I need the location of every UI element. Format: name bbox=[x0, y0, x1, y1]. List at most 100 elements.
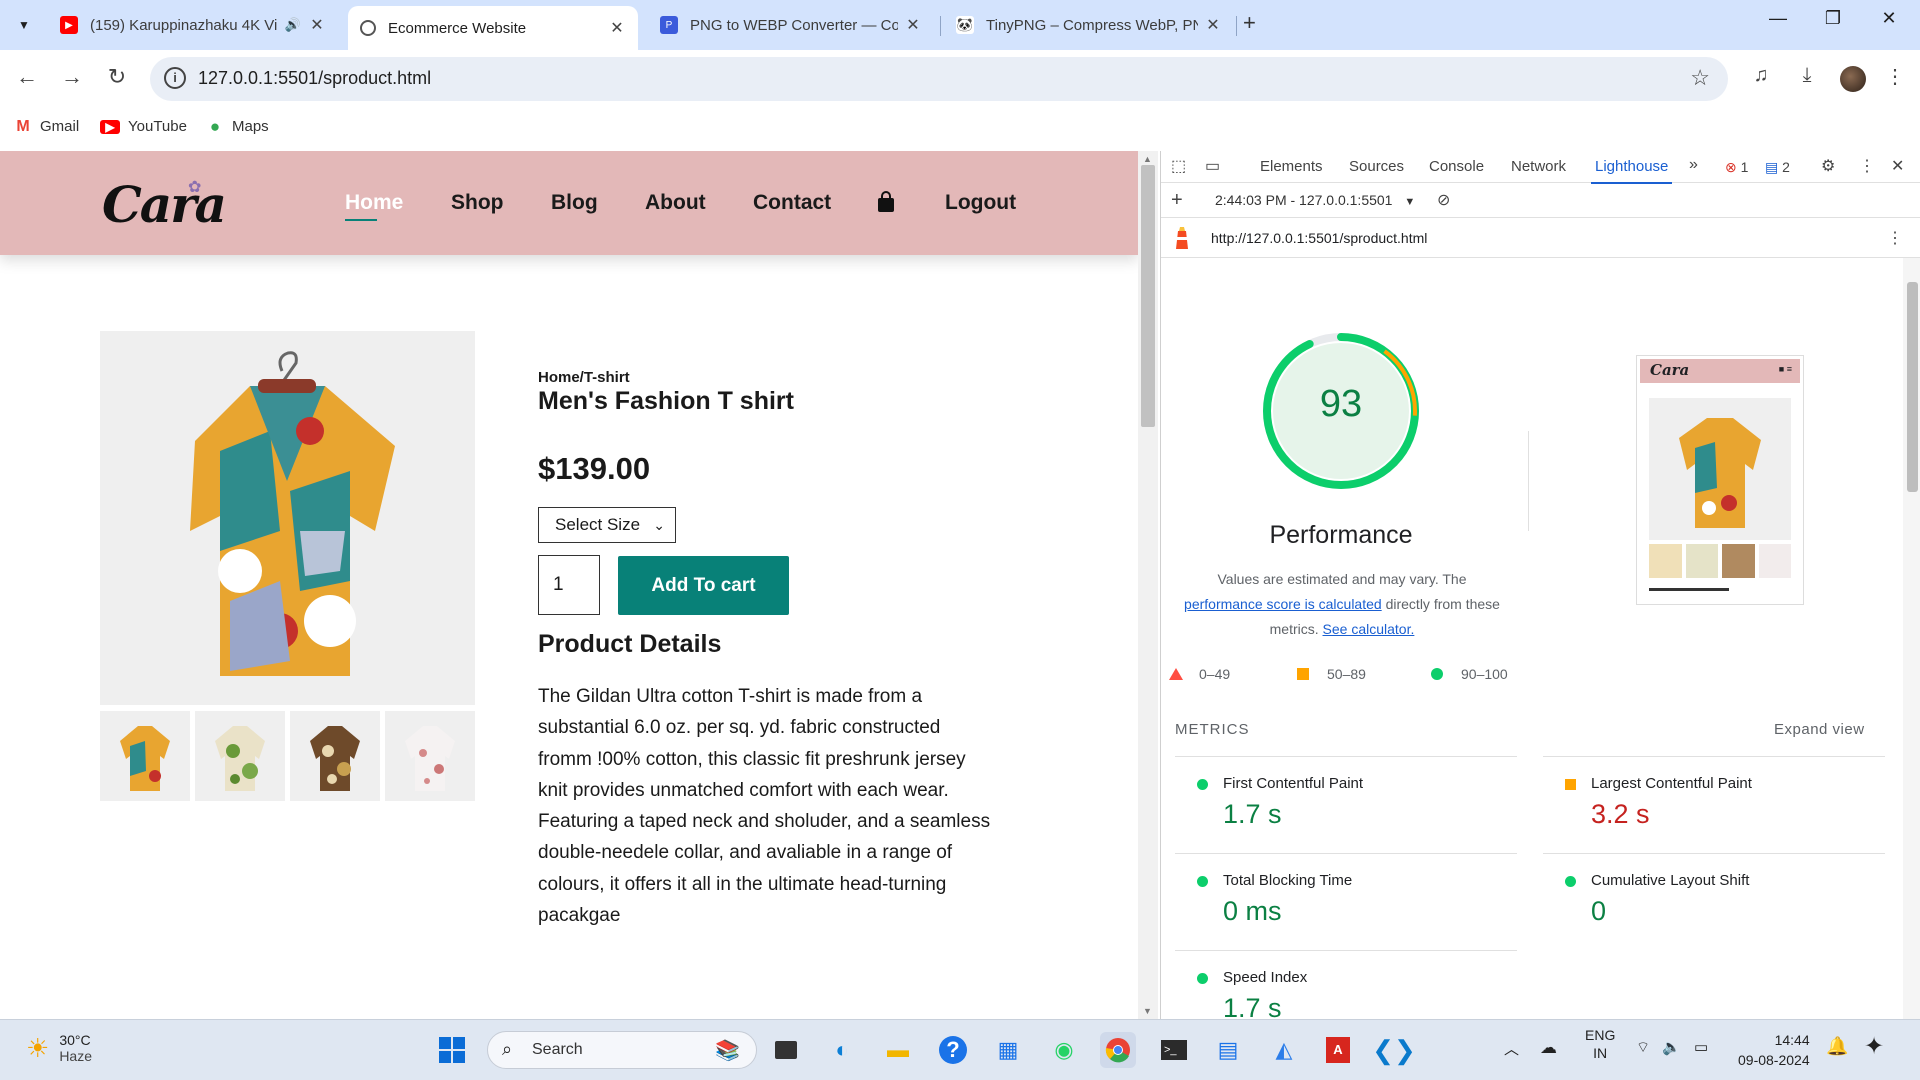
tab-close-icon[interactable]: ✕ bbox=[308, 15, 326, 35]
terminal-icon[interactable]: >_ bbox=[1156, 1032, 1192, 1068]
copilot-icon[interactable]: ✦ bbox=[1864, 1032, 1884, 1061]
errors-badge[interactable]: ⊗ 1 bbox=[1725, 159, 1748, 176]
page-screenshot-thumbnail[interactable]: Cara ■ ≡ bbox=[1636, 355, 1804, 605]
volume-icon[interactable]: 🔈 bbox=[1662, 1038, 1681, 1056]
report-url[interactable]: http://127.0.0.1:5501/sproduct.html bbox=[1211, 230, 1427, 246]
more-tabs-icon[interactable]: » bbox=[1689, 156, 1698, 174]
language-indicator[interactable]: ENG IN bbox=[1585, 1026, 1615, 1062]
battery-icon[interactable]: ▭ bbox=[1694, 1038, 1708, 1056]
product-thumbnail[interactable] bbox=[385, 711, 475, 801]
photos-icon[interactable]: ◭ bbox=[1266, 1032, 1302, 1068]
taskbar-search[interactable]: ⌕ Search 📚 bbox=[487, 1031, 757, 1069]
address-bar[interactable]: i 127.0.0.1:5501/sproduct.html ☆ bbox=[150, 57, 1728, 101]
weather-widget[interactable]: ☀ 30°C Haze bbox=[26, 1032, 92, 1064]
performance-title: Performance bbox=[1269, 521, 1413, 549]
tab-png-converter[interactable]: P PNG to WEBP Converter — Con ✕ bbox=[648, 6, 934, 44]
menu-kebab-icon[interactable]: ⋮ bbox=[1880, 64, 1910, 89]
new-report-icon[interactable]: + bbox=[1171, 189, 1183, 212]
devtools-menu-icon[interactable]: ⋮ bbox=[1859, 156, 1875, 176]
back-icon[interactable]: ← bbox=[12, 64, 42, 90]
reload-icon[interactable]: ↻ bbox=[102, 64, 132, 90]
devtools-tab-elements[interactable]: Elements bbox=[1260, 158, 1323, 175]
tab-close-icon[interactable]: ✕ bbox=[1204, 15, 1222, 35]
shopping-bag-icon[interactable] bbox=[876, 191, 896, 213]
speaker-icon[interactable]: 🔊 bbox=[284, 17, 302, 33]
nav-about[interactable]: About bbox=[645, 191, 706, 215]
devtools-tab-lighthouse[interactable]: Lighthouse bbox=[1590, 158, 1673, 184]
task-view-icon[interactable] bbox=[768, 1032, 804, 1068]
tab-close-icon[interactable]: ✕ bbox=[904, 15, 922, 35]
device-toolbar-icon[interactable]: ▭ bbox=[1205, 156, 1220, 176]
acrobat-icon[interactable]: A bbox=[1320, 1032, 1356, 1068]
tab-close-icon[interactable]: ✕ bbox=[608, 18, 626, 38]
new-tab-button[interactable]: + bbox=[1243, 10, 1256, 36]
nav-logout[interactable]: Logout bbox=[945, 191, 1016, 215]
bookmark-youtube[interactable]: ▶ YouTube bbox=[100, 118, 187, 135]
minimize-icon[interactable]: — bbox=[1755, 8, 1801, 29]
vscode-icon[interactable]: ❮❯ bbox=[1372, 1032, 1416, 1068]
scroll-up-icon[interactable]: ▲ bbox=[1143, 154, 1152, 164]
nav-shop[interactable]: Shop bbox=[451, 191, 504, 215]
windows-start-icon[interactable] bbox=[434, 1032, 470, 1068]
product-main-image[interactable] bbox=[100, 331, 475, 705]
expand-view-toggle[interactable]: Expand view bbox=[1774, 721, 1865, 738]
tab-tinypng[interactable]: 🐼 TinyPNG – Compress WebP, PN ✕ bbox=[944, 6, 1234, 44]
devtools-tab-sources[interactable]: Sources bbox=[1349, 158, 1404, 175]
store-icon[interactable]: ▦ bbox=[990, 1032, 1026, 1068]
report-selector[interactable]: 2:44:03 PM - 127.0.0.1:5501 ▼ bbox=[1215, 192, 1415, 208]
tab-ecommerce[interactable]: Ecommerce Website ✕ bbox=[348, 6, 638, 50]
media-control-icon[interactable]: ♫ bbox=[1746, 64, 1776, 87]
tab-youtube[interactable]: ▶ (159) Karuppinazhaku 4K Vi 🔊 ✕ bbox=[48, 6, 338, 44]
window-close-icon[interactable]: ✕ bbox=[1866, 8, 1912, 29]
bookmark-star-icon[interactable]: ☆ bbox=[1690, 65, 1710, 91]
clear-reports-icon[interactable]: ⊘ bbox=[1437, 190, 1450, 210]
see-calculator-link[interactable]: See calculator. bbox=[1323, 621, 1415, 637]
product-thumbnail[interactable] bbox=[100, 711, 190, 801]
edge-icon[interactable]: ◐ bbox=[824, 1032, 860, 1068]
score-calc-link[interactable]: performance score is calculated bbox=[1184, 596, 1382, 612]
nav-home[interactable]: Home bbox=[345, 191, 403, 221]
clock[interactable]: 14:44 09-08-2024 bbox=[1738, 1030, 1810, 1070]
restore-icon[interactable]: ❐ bbox=[1810, 8, 1856, 29]
nav-contact[interactable]: Contact bbox=[753, 191, 831, 215]
profile-avatar[interactable] bbox=[1840, 66, 1866, 92]
download-icon[interactable]: ⤓ bbox=[1792, 64, 1822, 87]
scroll-down-icon[interactable]: ▼ bbox=[1143, 1006, 1152, 1016]
converter-icon: P bbox=[660, 16, 678, 34]
devtools-scrollbar[interactable] bbox=[1903, 258, 1920, 1019]
nav-blog[interactable]: Blog bbox=[551, 191, 598, 215]
scrollbar-thumb[interactable] bbox=[1907, 282, 1918, 492]
product-thumbnail[interactable] bbox=[195, 711, 285, 801]
product-thumbnail[interactable] bbox=[290, 711, 380, 801]
page-scrollbar[interactable]: ▲ ▼ bbox=[1138, 151, 1158, 1019]
add-to-cart-button[interactable]: Add To cart bbox=[618, 556, 789, 615]
site-logo[interactable]: Cara bbox=[102, 175, 227, 234]
file-explorer-icon[interactable]: ▬ bbox=[880, 1032, 916, 1068]
search-icon: ⌕ bbox=[502, 1039, 513, 1059]
cloud-sync-icon[interactable]: ☁ bbox=[1540, 1038, 1557, 1058]
chrome-icon[interactable] bbox=[1100, 1032, 1136, 1068]
whatsapp-icon[interactable]: ◉ bbox=[1046, 1032, 1082, 1068]
bookmark-maps[interactable]: ● Maps bbox=[206, 117, 269, 136]
devtools-tab-console[interactable]: Console bbox=[1429, 158, 1484, 175]
devtools-tab-network[interactable]: Network bbox=[1511, 158, 1566, 175]
notification-bell-icon[interactable]: 🔔 bbox=[1826, 1036, 1848, 1057]
url-text[interactable]: 127.0.0.1:5501/sproduct.html bbox=[198, 68, 431, 89]
size-select[interactable]: Select Size ⌄ bbox=[538, 507, 676, 543]
notepad-icon[interactable]: ▤ bbox=[1210, 1032, 1246, 1068]
devtools-close-icon[interactable]: ✕ bbox=[1891, 156, 1904, 176]
messages-badge[interactable]: ▤ 2 bbox=[1765, 159, 1790, 176]
help-icon[interactable]: ? bbox=[935, 1032, 971, 1068]
tray-overflow-icon[interactable]: ︿ bbox=[1504, 1038, 1519, 1059]
scrollbar-thumb[interactable] bbox=[1141, 165, 1155, 427]
settings-gear-icon[interactable]: ⚙ bbox=[1821, 156, 1835, 176]
bookmark-gmail[interactable]: M Gmail bbox=[14, 118, 79, 136]
site-info-icon[interactable]: i bbox=[164, 67, 186, 89]
forward-icon[interactable]: → bbox=[57, 64, 87, 90]
report-menu-icon[interactable]: ⋮ bbox=[1887, 228, 1903, 248]
tab-search-chevron-icon[interactable]: ▼ bbox=[8, 10, 40, 40]
inspect-element-icon[interactable]: ⬚ bbox=[1171, 156, 1186, 176]
quantity-input[interactable]: 1 bbox=[538, 555, 600, 615]
panda-icon: 🐼 bbox=[956, 16, 974, 34]
wifi-icon[interactable]: ⌔ bbox=[1636, 1038, 1650, 1057]
